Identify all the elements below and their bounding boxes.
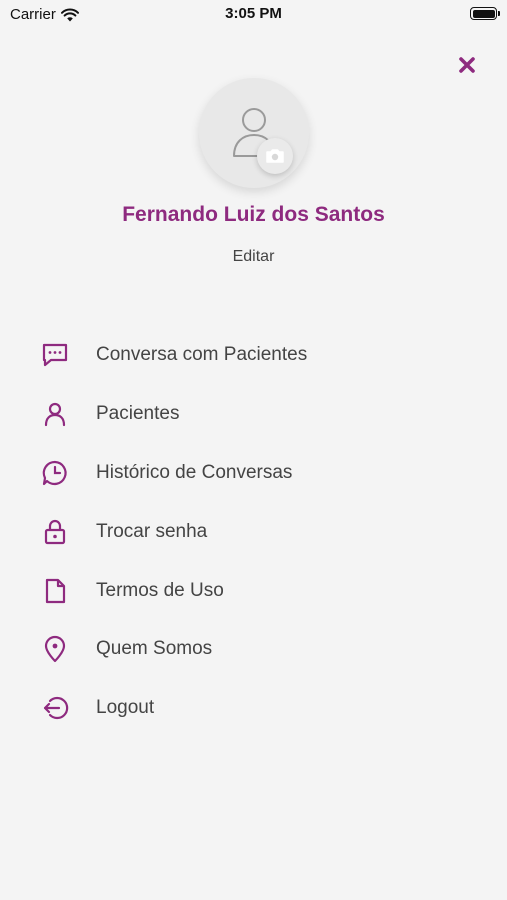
user-placeholder-icon: [233, 108, 275, 157]
close-button[interactable]: [452, 50, 482, 80]
avatar[interactable]: [199, 78, 309, 188]
chat-history-icon: [40, 458, 70, 488]
edit-profile-link[interactable]: Editar: [0, 248, 507, 266]
location-pin-icon: [40, 634, 70, 664]
menu-item-label: Pacientes: [96, 403, 180, 425]
profile-name: Fernando Luiz dos Santos: [122, 203, 385, 226]
camera-icon: [266, 149, 284, 163]
document-icon: [40, 576, 70, 606]
menu-item-quem-somos[interactable]: Quem Somos: [0, 620, 507, 679]
status-bar: Carrier 3:05 PM: [0, 0, 507, 28]
change-photo-button[interactable]: [257, 138, 293, 174]
menu-item-conversa-com-pacientes[interactable]: Conversa com Pacientes: [0, 326, 507, 385]
menu-item-pacientes[interactable]: Pacientes: [0, 385, 507, 444]
person-icon: [40, 399, 70, 429]
menu-item-label: Logout: [96, 697, 155, 719]
menu-item-trocar-senha[interactable]: Trocar senha: [0, 502, 507, 561]
menu-item-label: Histórico de Conversas: [96, 461, 293, 483]
menu-item-historico-de-conversas[interactable]: Histórico de Conversas: [0, 444, 507, 503]
menu-item-label: Quem Somos: [96, 638, 213, 660]
lock-icon: [40, 517, 70, 547]
menu-item-label: Trocar senha: [96, 520, 208, 542]
status-time: 3:05 PM: [225, 5, 282, 22]
menu-item-label: Conversa com Pacientes: [96, 344, 308, 366]
menu-item-termos-de-uso[interactable]: Termos de Uso: [0, 561, 507, 620]
navigation-menu: Conversa com Pacientes Pacientes Históri…: [0, 326, 507, 738]
chat-bubble-icon: [40, 340, 70, 370]
logout-icon: [40, 693, 70, 723]
menu-item-label: Termos de Uso: [96, 579, 224, 601]
close-icon: [459, 57, 475, 73]
menu-item-logout[interactable]: Logout: [0, 679, 507, 738]
battery-icon: [470, 7, 500, 20]
